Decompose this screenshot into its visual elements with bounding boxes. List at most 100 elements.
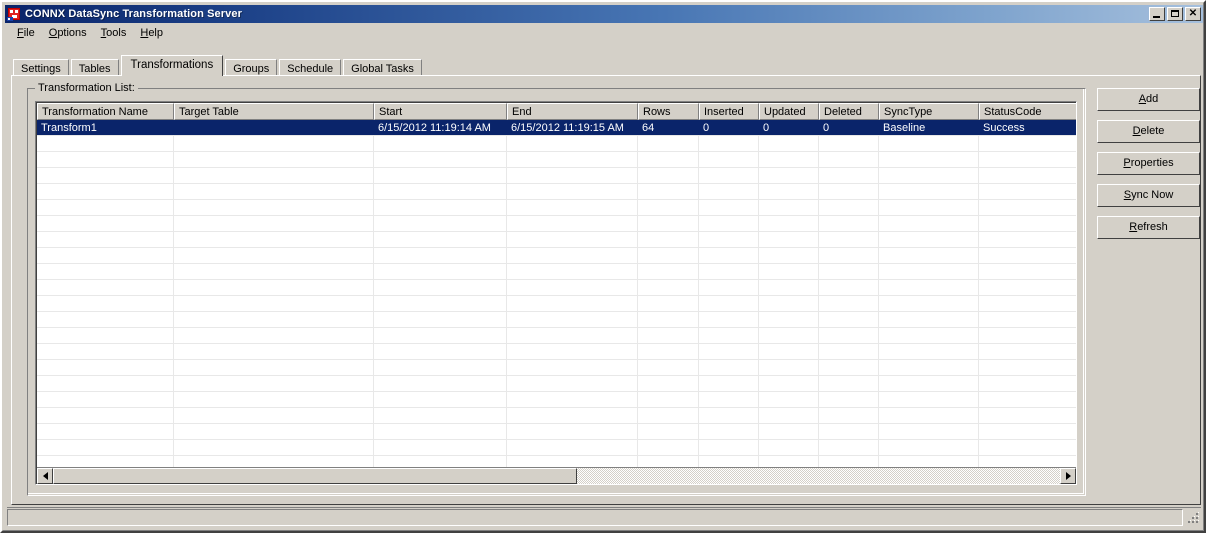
cell-empty <box>507 376 638 391</box>
menu-item-help[interactable]: Help <box>133 25 170 42</box>
cell-empty <box>174 264 374 279</box>
cell-empty <box>37 264 174 279</box>
table-row-empty[interactable] <box>37 376 1076 392</box>
cell-statuscode: Success <box>983 121 1025 134</box>
cell-empty <box>37 408 174 423</box>
scroll-right-button[interactable] <box>1060 468 1076 484</box>
title-bar[interactable]: CONNX DataSync Transformation Server ✕ <box>5 5 1203 23</box>
cell-empty <box>638 232 699 247</box>
table-row-empty[interactable] <box>37 440 1076 456</box>
cell-empty <box>174 392 374 407</box>
cell-empty <box>819 376 879 391</box>
table-row-empty[interactable] <box>37 184 1076 200</box>
tab-label: Tables <box>78 62 111 75</box>
delete-button[interactable]: Delete <box>1097 120 1200 143</box>
refresh-button[interactable]: Refresh <box>1097 216 1200 239</box>
table-row-empty[interactable] <box>37 232 1076 248</box>
scroll-left-button[interactable] <box>37 468 53 484</box>
table-row-empty[interactable] <box>37 296 1076 312</box>
cell-empty <box>37 424 174 439</box>
resize-grip[interactable] <box>1186 511 1200 525</box>
cell-empty <box>699 344 759 359</box>
scrollbar-track[interactable] <box>53 468 1060 484</box>
cell-empty <box>879 344 979 359</box>
cell-empty <box>507 184 638 199</box>
cell-empty <box>374 184 507 199</box>
table-row-empty[interactable] <box>37 280 1076 296</box>
table-row[interactable]: Transform1 6/15/2012 11:19:14 AM 6/15/2012… <box>37 120 1076 136</box>
cell-empty <box>699 200 759 215</box>
table-row-empty[interactable] <box>37 392 1076 408</box>
cell-empty <box>174 360 374 375</box>
transformation-list[interactable]: Transformation Name Target Table Start End R… <box>35 101 1077 485</box>
cell-empty <box>979 184 1076 199</box>
table-row-empty[interactable] <box>37 424 1076 440</box>
table-row-empty[interactable] <box>37 168 1076 184</box>
cell-empty <box>37 376 174 391</box>
column-header-synctype[interactable]: SyncType <box>879 103 979 120</box>
add-button[interactable]: Add <box>1097 88 1200 111</box>
cell-empty <box>819 408 879 423</box>
cell-empty <box>174 136 374 151</box>
table-row-empty[interactable] <box>37 216 1076 232</box>
cell-empty <box>507 344 638 359</box>
menu-item-tools[interactable]: Tools <box>94 25 134 42</box>
table-row-empty[interactable] <box>37 152 1076 168</box>
properties-button[interactable]: Properties <box>1097 152 1200 175</box>
tab-transformations[interactable]: Transformations <box>120 55 224 76</box>
cell-empty <box>879 392 979 407</box>
tab-label: Global Tasks <box>351 62 414 75</box>
table-row-empty[interactable] <box>37 408 1076 424</box>
column-header-start[interactable]: Start <box>374 103 507 120</box>
cell-empty <box>979 424 1076 439</box>
app-icon <box>7 7 21 21</box>
column-header-rows[interactable]: Rows <box>638 103 699 120</box>
cell-empty <box>979 200 1076 215</box>
cell-empty <box>879 328 979 343</box>
menu-item-file[interactable]: File <box>10 25 42 42</box>
cell-empty <box>174 280 374 295</box>
table-row-empty[interactable] <box>37 312 1076 328</box>
column-header-inserted[interactable]: Inserted <box>699 103 759 120</box>
cell-empty <box>759 200 819 215</box>
table-row-empty[interactable] <box>37 248 1076 264</box>
table-row-empty[interactable] <box>37 328 1076 344</box>
column-header-end[interactable]: End <box>507 103 638 120</box>
column-header-transformation-name[interactable]: Transformation Name <box>37 103 174 120</box>
close-button[interactable]: ✕ <box>1185 7 1201 21</box>
column-header-label: StatusCode <box>984 105 1042 118</box>
cell-empty <box>759 424 819 439</box>
cell-empty <box>699 232 759 247</box>
cell-empty <box>638 152 699 167</box>
minimize-button[interactable] <box>1149 7 1165 21</box>
cell-empty <box>979 376 1076 391</box>
status-panel <box>7 509 1183 526</box>
scrollbar-thumb[interactable] <box>53 468 577 484</box>
sync-now-button[interactable]: Sync Now <box>1097 184 1200 207</box>
cell-empty <box>174 376 374 391</box>
column-header-deleted[interactable]: Deleted <box>819 103 879 120</box>
button-accel-char: P <box>1123 157 1131 169</box>
cell-empty <box>699 264 759 279</box>
table-row-empty[interactable] <box>37 344 1076 360</box>
cell-empty <box>819 216 879 231</box>
tab-label: Groups <box>233 62 270 75</box>
column-header-statuscode[interactable]: StatusCode <box>979 103 1076 120</box>
button-label-post: dd <box>1146 93 1159 105</box>
cell-empty <box>979 312 1076 327</box>
column-header-updated[interactable]: Updated <box>759 103 819 120</box>
list-body[interactable]: Transform1 6/15/2012 11:19:14 AM 6/15/2012… <box>37 120 1076 468</box>
table-row-empty[interactable] <box>37 360 1076 376</box>
table-row-empty[interactable] <box>37 264 1076 280</box>
menu-item-options[interactable]: Options <box>42 25 94 42</box>
cell-empty <box>819 344 879 359</box>
cell-empty <box>37 232 174 247</box>
table-row-empty[interactable] <box>37 200 1076 216</box>
tab-label: Schedule <box>287 62 334 75</box>
maximize-button[interactable] <box>1167 7 1183 21</box>
cell-empty <box>979 344 1076 359</box>
cell-empty <box>879 376 979 391</box>
horizontal-scrollbar[interactable] <box>37 467 1076 484</box>
table-row-empty[interactable] <box>37 136 1076 152</box>
column-header-target-table[interactable]: Target Table <box>174 103 374 120</box>
